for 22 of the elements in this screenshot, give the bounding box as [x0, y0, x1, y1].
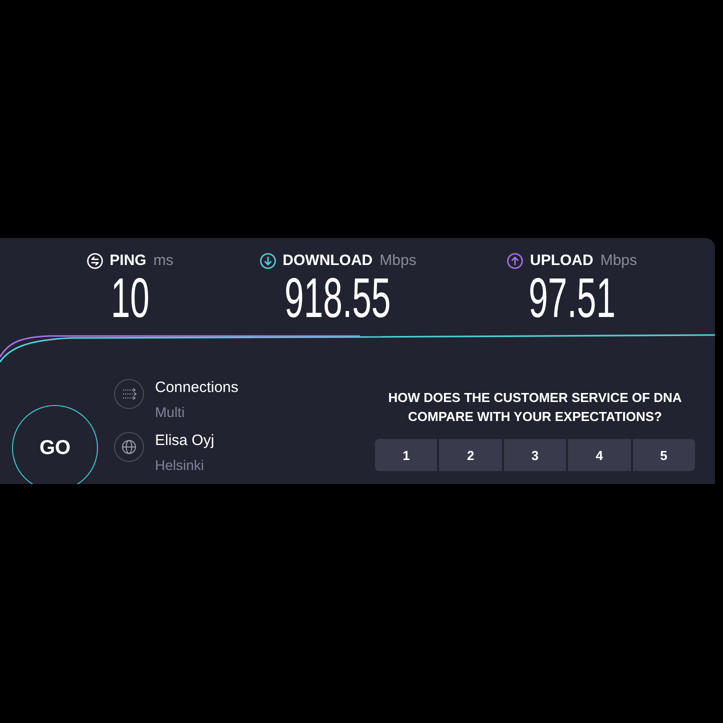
detail-title: Connections	[155, 379, 238, 397]
arrows-icon	[114, 379, 144, 409]
rating-button[interactable]: 5	[632, 439, 695, 471]
detail-subtitle: Helsinki	[155, 456, 206, 474]
rating-button[interactable]: 4	[568, 439, 631, 471]
rating-button[interactable]: 1	[375, 439, 438, 471]
unit-label: ms	[153, 252, 174, 270]
metric-label: PING	[110, 252, 146, 270]
survey-question: HOW DOES THE CUSTOMER SERVICE OF DNA COMPARE WITH YOUR EXPECTATIONS?	[387, 389, 683, 426]
metric-value: 918.55	[284, 270, 392, 326]
rating-button[interactable]: 3	[504, 439, 566, 471]
metric-label: DOWNLOAD	[282, 252, 373, 270]
unit-label: Mbps	[600, 252, 638, 270]
metric-label: UPLOAD	[530, 252, 594, 270]
metric-value: 10	[110, 270, 150, 326]
rating-button[interactable]: 2	[439, 439, 502, 471]
unit-label: Mbps	[380, 252, 416, 270]
go-button[interactable]: GO	[12, 405, 98, 484]
detail-subtitle: Multi	[155, 403, 186, 421]
globe-icon	[114, 432, 144, 462]
detail-title: Elisa Oyj	[155, 432, 214, 450]
metric-value: 97.51	[528, 270, 616, 326]
